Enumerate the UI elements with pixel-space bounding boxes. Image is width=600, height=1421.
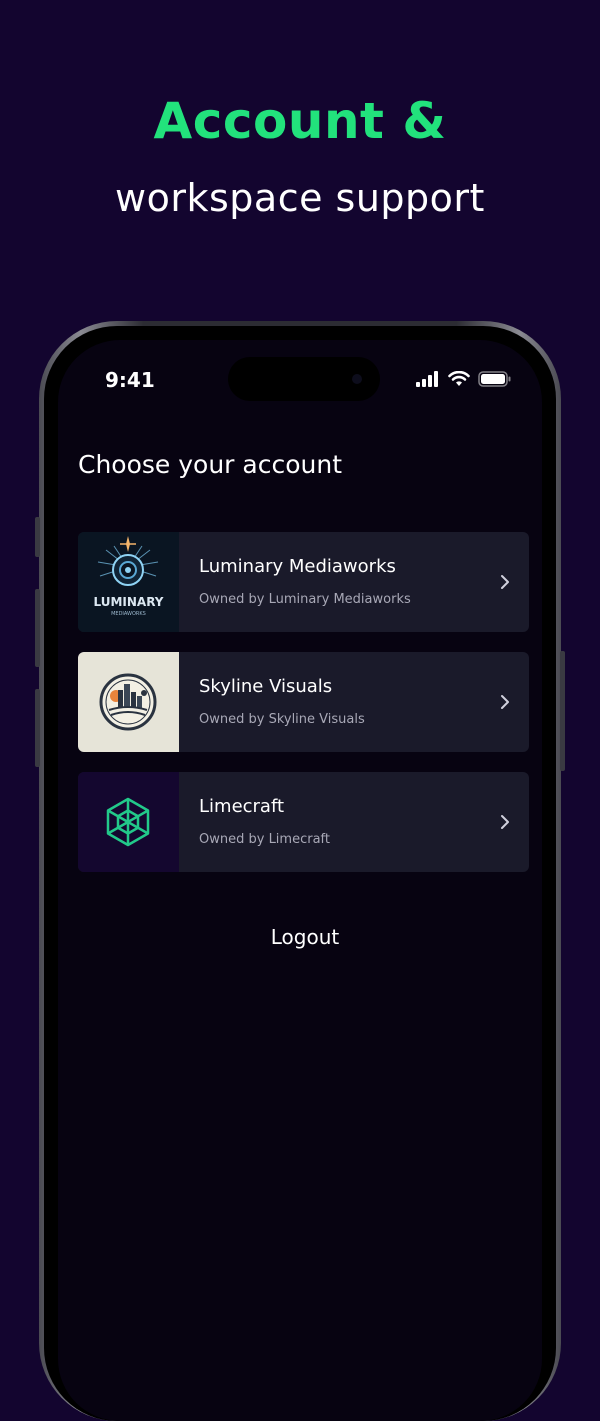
phone-power-button xyxy=(560,651,565,771)
logout-button[interactable]: Logout xyxy=(58,925,542,949)
account-list: LUMINARY MEDIAWORKS Luminary Mediaworks … xyxy=(78,532,529,892)
account-name: Skyline Visuals xyxy=(199,676,333,697)
promo-subtitle: workspace support xyxy=(115,176,485,220)
account-card-limecraft[interactable]: Limecraft Owned by Limecraft xyxy=(78,772,529,872)
battery-icon xyxy=(478,371,511,387)
account-card-luminary[interactable]: LUMINARY MEDIAWORKS Luminary Mediaworks … xyxy=(78,532,529,632)
wifi-icon xyxy=(448,371,470,386)
account-name: Luminary Mediaworks xyxy=(199,556,396,577)
screen-title: Choose your account xyxy=(78,450,343,479)
account-owner: Owned by Skyline Visuals xyxy=(199,712,365,727)
account-name: Limecraft xyxy=(199,796,285,817)
phone-volume-up xyxy=(35,589,40,667)
svg-text:MEDIAWORKS: MEDIAWORKS xyxy=(111,611,146,617)
limecraft-logo-icon xyxy=(78,772,179,872)
skyline-logo-icon xyxy=(78,652,179,752)
signal-icon xyxy=(416,371,438,387)
phone-frame: 9:41 Choose your account LUMINARY MEDIAW… xyxy=(35,321,565,1421)
status-time: 9:41 xyxy=(105,368,155,392)
chevron-right-icon xyxy=(501,815,509,829)
svg-text:LUMINARY: LUMINARY xyxy=(94,595,164,609)
app-screen: 9:41 Choose your account LUMINARY MEDIAW… xyxy=(58,340,542,1421)
account-owner: Owned by Limecraft xyxy=(199,832,330,847)
promo-title: Account & xyxy=(153,92,447,150)
chevron-right-icon xyxy=(501,695,509,709)
account-owner: Owned by Luminary Mediaworks xyxy=(199,592,411,607)
phone-volume-down xyxy=(35,689,40,767)
account-card-skyline[interactable]: Skyline Visuals Owned by Skyline Visuals xyxy=(78,652,529,752)
luminary-logo-icon: LUMINARY MEDIAWORKS xyxy=(78,532,179,632)
chevron-right-icon xyxy=(501,575,509,589)
phone-silent-switch xyxy=(35,517,40,557)
dynamic-island xyxy=(228,357,380,401)
camera-dot xyxy=(352,374,362,384)
status-icons xyxy=(416,370,512,388)
